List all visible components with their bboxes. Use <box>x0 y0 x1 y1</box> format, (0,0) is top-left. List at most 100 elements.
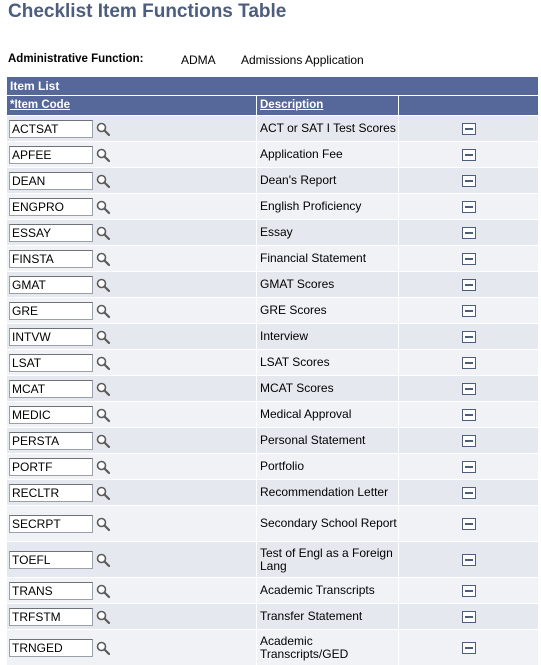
grid-title: Item List <box>7 77 538 95</box>
item-description: Secondary School Report <box>260 516 397 530</box>
minus-delete-row-icon[interactable] <box>461 122 476 135</box>
item-code-input[interactable] <box>9 379 93 398</box>
magnifier-lookup-icon[interactable] <box>95 329 111 345</box>
description-cell: Secondary School Report <box>257 506 399 541</box>
item-description: Essay <box>260 225 293 239</box>
item-code-cell <box>7 220 257 245</box>
magnifier-lookup-icon[interactable] <box>95 640 111 656</box>
item-code-input[interactable] <box>9 353 93 372</box>
item-code-input[interactable] <box>9 431 93 450</box>
item-code-input[interactable] <box>9 145 93 164</box>
administrative-function-row: Administrative Function: ADMA Admissions… <box>8 53 541 69</box>
item-code-cell <box>7 324 257 349</box>
item-code-cell <box>7 542 257 577</box>
magnifier-lookup-icon[interactable] <box>95 407 111 423</box>
item-code-input[interactable] <box>9 514 93 533</box>
minus-delete-row-icon[interactable] <box>461 226 476 239</box>
description-cell: Application Fee <box>257 142 399 167</box>
item-code-input[interactable] <box>9 171 93 190</box>
magnifier-lookup-icon[interactable] <box>95 199 111 215</box>
actions-cell <box>399 324 538 349</box>
minus-delete-row-icon[interactable] <box>461 486 476 499</box>
item-code-cell <box>7 350 257 375</box>
minus-delete-row-icon[interactable] <box>461 252 476 265</box>
minus-delete-row-icon[interactable] <box>461 200 476 213</box>
table-row: Academic Transcripts <box>7 577 538 603</box>
actions-cell <box>399 168 538 193</box>
magnifier-lookup-icon[interactable] <box>95 433 111 449</box>
minus-delete-row-icon[interactable] <box>461 641 476 654</box>
item-code-input[interactable] <box>9 550 93 569</box>
minus-delete-row-icon[interactable] <box>461 278 476 291</box>
magnifier-lookup-icon[interactable] <box>95 303 111 319</box>
item-code-input[interactable] <box>9 638 93 657</box>
minus-delete-row-icon[interactable] <box>461 434 476 447</box>
magnifier-lookup-icon[interactable] <box>95 355 111 371</box>
description-cell: Transfer Statement <box>257 604 399 629</box>
actions-cell <box>399 376 538 401</box>
item-description: Financial Statement <box>260 251 367 265</box>
item-description: Academic Transcripts <box>260 583 375 597</box>
actions-cell <box>399 506 538 541</box>
magnifier-lookup-icon[interactable] <box>95 485 111 501</box>
item-description: Application Fee <box>260 147 343 161</box>
magnifier-lookup-icon[interactable] <box>95 381 111 397</box>
item-code-input[interactable] <box>9 327 93 346</box>
item-code-input[interactable] <box>9 249 93 268</box>
item-code-cell <box>7 272 257 297</box>
minus-delete-row-icon[interactable] <box>461 408 476 421</box>
item-code-cell <box>7 168 257 193</box>
table-row: GRE Scores <box>7 297 538 323</box>
item-description: Dean's Report <box>260 173 337 187</box>
item-code-input[interactable] <box>9 457 93 476</box>
minus-delete-row-icon[interactable] <box>461 382 476 395</box>
description-cell: Academic Transcripts <box>257 578 399 603</box>
minus-delete-row-icon[interactable] <box>461 356 476 369</box>
grid-header: *Item Code Description <box>7 96 538 115</box>
item-code-input[interactable] <box>9 301 93 320</box>
magnifier-lookup-icon[interactable] <box>95 121 111 137</box>
magnifier-lookup-icon[interactable] <box>95 552 111 568</box>
column-header-item-code[interactable]: *Item Code <box>7 96 257 115</box>
table-row: ACT or SAT I Test Scores <box>7 115 538 141</box>
magnifier-lookup-icon[interactable] <box>95 277 111 293</box>
minus-delete-row-icon[interactable] <box>461 304 476 317</box>
magnifier-lookup-icon[interactable] <box>95 173 111 189</box>
item-code-input[interactable] <box>9 275 93 294</box>
item-code-input[interactable] <box>9 405 93 424</box>
item-code-input[interactable] <box>9 197 93 216</box>
item-code-cell <box>7 428 257 453</box>
table-row: GMAT Scores <box>7 271 538 297</box>
item-description: LSAT Scores <box>260 355 330 369</box>
item-code-input[interactable] <box>9 119 93 138</box>
minus-delete-row-icon[interactable] <box>461 517 476 530</box>
item-code-input[interactable] <box>9 483 93 502</box>
description-cell: Personal Statement <box>257 428 399 453</box>
minus-delete-row-icon[interactable] <box>461 584 476 597</box>
table-row: English Proficiency <box>7 193 538 219</box>
description-cell: Dean's Report <box>257 168 399 193</box>
column-header-description[interactable]: Description <box>257 96 399 115</box>
item-code-cell <box>7 480 257 505</box>
item-code-input[interactable] <box>9 223 93 242</box>
magnifier-lookup-icon[interactable] <box>95 583 111 599</box>
table-row: MCAT Scores <box>7 375 538 401</box>
minus-delete-row-icon[interactable] <box>461 610 476 623</box>
magnifier-lookup-icon[interactable] <box>95 225 111 241</box>
minus-delete-row-icon[interactable] <box>461 174 476 187</box>
item-code-input[interactable] <box>9 607 93 626</box>
magnifier-lookup-icon[interactable] <box>95 609 111 625</box>
item-code-cell <box>7 402 257 427</box>
magnifier-lookup-icon[interactable] <box>95 459 111 475</box>
item-description: ACT or SAT I Test Scores <box>260 121 396 135</box>
minus-delete-row-icon[interactable] <box>461 330 476 343</box>
minus-delete-row-icon[interactable] <box>461 553 476 566</box>
item-code-input[interactable] <box>9 581 93 600</box>
minus-delete-row-icon[interactable] <box>461 460 476 473</box>
magnifier-lookup-icon[interactable] <box>95 251 111 267</box>
minus-delete-row-icon[interactable] <box>461 148 476 161</box>
actions-cell <box>399 350 538 375</box>
magnifier-lookup-icon[interactable] <box>95 147 111 163</box>
description-cell: GMAT Scores <box>257 272 399 297</box>
magnifier-lookup-icon[interactable] <box>95 516 111 532</box>
